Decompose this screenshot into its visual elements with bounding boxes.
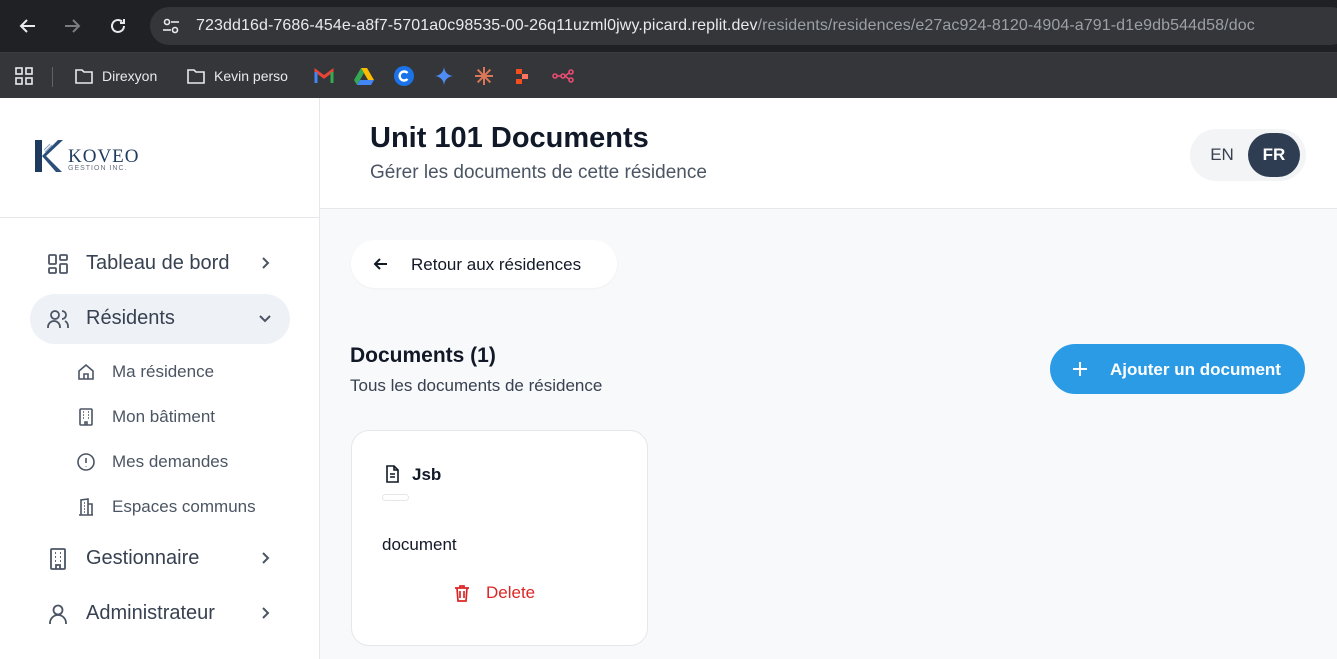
document-card[interactable]: Jsb document Delete (351, 430, 648, 646)
page-subtitle: Gérer les documents de cette résidence (370, 162, 707, 183)
sidebar-item-label: Résidents (86, 307, 175, 329)
sidebar-subitem-label: Mes demandes (112, 452, 229, 471)
sidebar-item-label: Tableau de bord (86, 252, 230, 274)
sidebar: KOVEO GESTION INC. Tableau de bord Résid… (0, 98, 320, 659)
folder-icon (187, 69, 205, 84)
logo-name: KOVEO (68, 146, 140, 167)
sidebar-subitem-espaces-communs[interactable]: Espaces communs (76, 494, 256, 520)
dashboard-icon (48, 254, 68, 274)
document-type: document (382, 535, 457, 554)
chevron-right-icon (262, 552, 270, 564)
documents-title: Documents (1) (350, 344, 496, 367)
add-document-label: Ajouter un document (1110, 360, 1281, 379)
url-text: 723dd16d-7686-454e-a8f7-5701a0c98535-00-… (196, 17, 1255, 34)
bookmarks-bar: Direxyon Kevin perso (0, 52, 1337, 98)
apps-grid-icon[interactable] (14, 65, 42, 87)
alert-circle-icon (77, 453, 95, 471)
lang-fr-button[interactable]: FR (1248, 133, 1300, 177)
sidebar-item-gestionnaire[interactable]: Gestionnaire (30, 534, 290, 584)
chevron-right-icon (262, 257, 270, 269)
plus-icon (1073, 362, 1087, 376)
bookmarks-divider (52, 67, 53, 87)
sidebar-subitem-label: Ma résidence (112, 362, 215, 381)
site-settings-icon[interactable] (160, 15, 182, 37)
lang-en-button[interactable]: EN (1196, 133, 1248, 177)
chevron-down-icon (259, 315, 271, 323)
back-arrow-icon[interactable] (14, 12, 42, 40)
gmail-icon[interactable] (314, 65, 342, 87)
c-app-icon[interactable] (394, 65, 422, 87)
documents-subtitle: Tous les documents de résidence (350, 376, 603, 395)
sidebar-item-tableau-de-bord[interactable]: Tableau de bord (30, 239, 290, 289)
logo-area: KOVEO GESTION INC. (0, 98, 319, 218)
sidebar-subitem-mes-demandes[interactable]: Mes demandes (76, 449, 228, 475)
language-switcher: EN FR (1190, 129, 1306, 181)
sidebar-item-administrateur[interactable]: Administrateur (30, 589, 290, 639)
koveo-logo[interactable]: KOVEO GESTION INC. (32, 138, 140, 174)
delete-label: Delete (486, 583, 536, 602)
n8n-icon[interactable] (552, 65, 582, 87)
bookmark-folder-direxyon[interactable]: Direxyon (74, 65, 157, 87)
document-name: Jsb (412, 465, 442, 484)
file-text-icon (386, 465, 399, 483)
gemini-icon[interactable] (434, 65, 462, 87)
sidebar-subitem-label: Mon bâtiment (112, 407, 215, 426)
logo-subtitle: GESTION INC. (68, 165, 128, 172)
home-icon (78, 363, 94, 380)
claude-icon[interactable] (474, 65, 502, 87)
figma-icon[interactable] (514, 65, 538, 87)
koveo-k-mark-icon (35, 140, 63, 172)
browser-toolbar: 723dd16d-7686-454e-a8f7-5701a0c98535-00-… (0, 0, 1337, 52)
page-header: Unit 101 Documents Gérer les documents d… (320, 98, 1337, 209)
building-icon (50, 548, 66, 570)
back-button-label: Retour aux résidences (411, 255, 582, 274)
page-title: Unit 101 Documents (370, 122, 649, 154)
users-icon (47, 310, 69, 328)
sidebar-item-label: Gestionnaire (86, 547, 200, 569)
delete-document-button[interactable]: Delete (452, 581, 535, 605)
arrow-left-icon (373, 258, 387, 270)
sidebar-item-residents[interactable]: Résidents (30, 294, 290, 344)
add-document-button[interactable]: Ajouter un document (1050, 344, 1305, 394)
chevron-right-icon (262, 607, 270, 619)
trash-icon (455, 585, 469, 602)
building-2-icon (79, 498, 93, 516)
folder-icon (75, 69, 93, 84)
bookmark-folder-kevin-perso[interactable]: Kevin perso (186, 65, 288, 87)
sidebar-subitem-label: Espaces communs (112, 497, 256, 516)
building-icon (79, 408, 93, 426)
user-icon (49, 604, 67, 624)
sidebar-subitem-mon-batiment[interactable]: Mon bâtiment (76, 404, 215, 430)
sidebar-item-label: Administrateur (86, 602, 215, 624)
forward-arrow-icon[interactable] (58, 12, 86, 40)
document-badge (382, 494, 409, 501)
address-bar[interactable]: 723dd16d-7686-454e-a8f7-5701a0c98535-00-… (150, 7, 1337, 45)
google-drive-icon[interactable] (354, 65, 382, 87)
reload-icon[interactable] (104, 12, 132, 40)
back-to-residences-button[interactable]: Retour aux résidences (351, 240, 617, 288)
sidebar-subitem-ma-residence[interactable]: Ma résidence (76, 359, 214, 385)
